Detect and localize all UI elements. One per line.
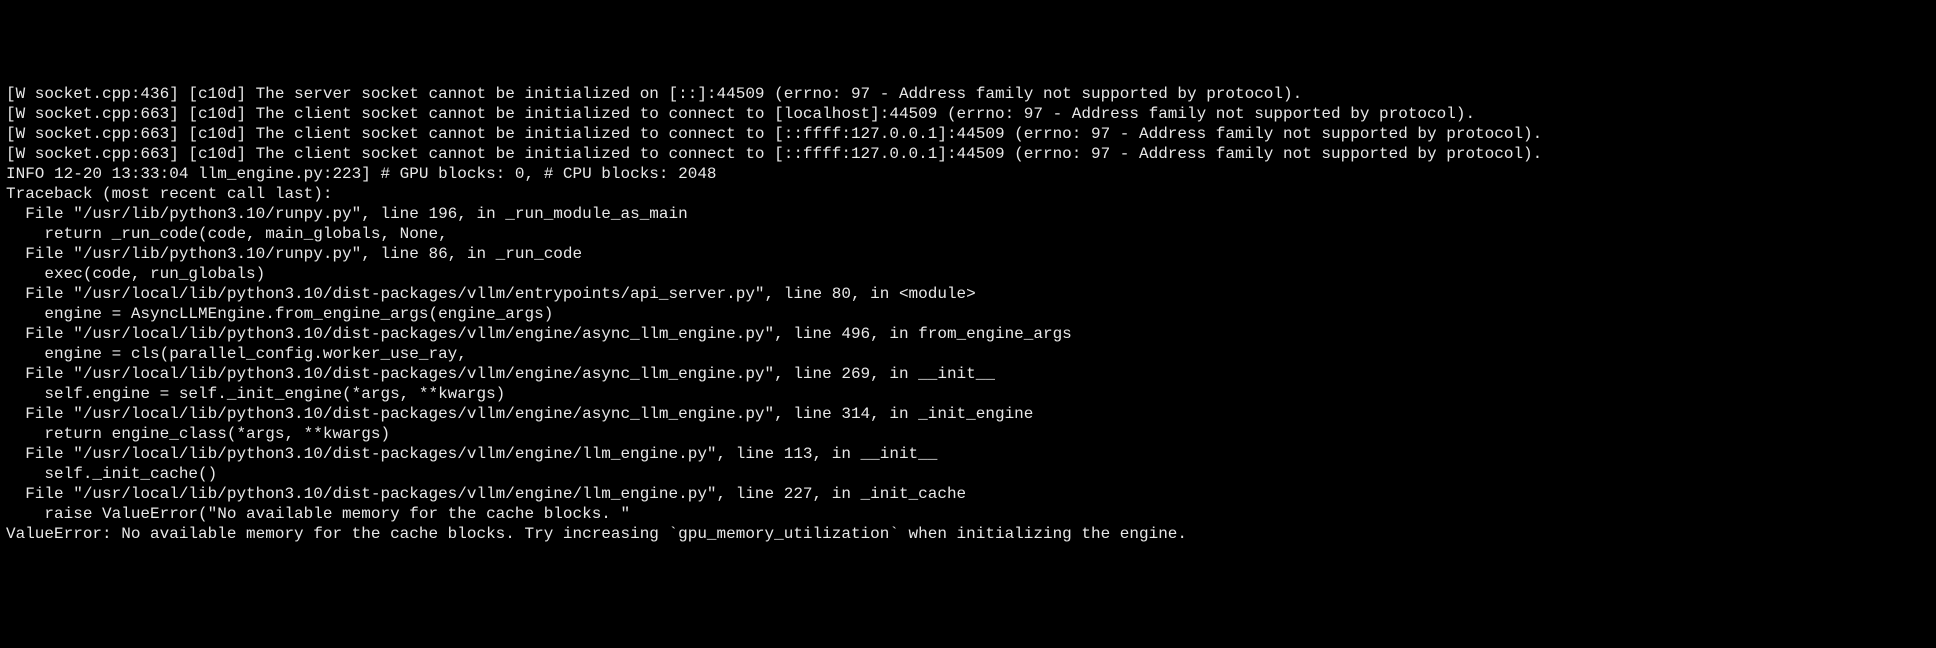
traceback-frame: File "/usr/local/lib/python3.10/dist-pac… [6, 364, 1930, 384]
traceback-frame: File "/usr/local/lib/python3.10/dist-pac… [6, 404, 1930, 424]
log-line: [W socket.cpp:663] [c10d] The client soc… [6, 144, 1930, 164]
traceback-code: return engine_class(*args, **kwargs) [6, 424, 1930, 444]
traceback-code: self.engine = self._init_engine(*args, *… [6, 384, 1930, 404]
traceback-code: engine = cls(parallel_config.worker_use_… [6, 344, 1930, 364]
traceback-frame: File "/usr/local/lib/python3.10/dist-pac… [6, 284, 1930, 304]
traceback-code: return _run_code(code, main_globals, Non… [6, 224, 1930, 244]
traceback-frame: File "/usr/lib/python3.10/runpy.py", lin… [6, 204, 1930, 224]
traceback-frame: File "/usr/local/lib/python3.10/dist-pac… [6, 484, 1930, 504]
log-line: [W socket.cpp:663] [c10d] The client soc… [6, 124, 1930, 144]
log-line: [W socket.cpp:663] [c10d] The client soc… [6, 104, 1930, 124]
traceback-code: self._init_cache() [6, 464, 1930, 484]
traceback-code: exec(code, run_globals) [6, 264, 1930, 284]
terminal-output: [W socket.cpp:436] [c10d] The server soc… [6, 84, 1930, 544]
traceback-frame: File "/usr/local/lib/python3.10/dist-pac… [6, 444, 1930, 464]
traceback-code: engine = AsyncLLMEngine.from_engine_args… [6, 304, 1930, 324]
error-message: ValueError: No available memory for the … [6, 524, 1930, 544]
traceback-header: Traceback (most recent call last): [6, 184, 1930, 204]
traceback-frame: File "/usr/lib/python3.10/runpy.py", lin… [6, 244, 1930, 264]
traceback-code: raise ValueError("No available memory fo… [6, 504, 1930, 524]
log-line: INFO 12-20 13:33:04 llm_engine.py:223] #… [6, 164, 1930, 184]
log-line: [W socket.cpp:436] [c10d] The server soc… [6, 84, 1930, 104]
traceback-frame: File "/usr/local/lib/python3.10/dist-pac… [6, 324, 1930, 344]
